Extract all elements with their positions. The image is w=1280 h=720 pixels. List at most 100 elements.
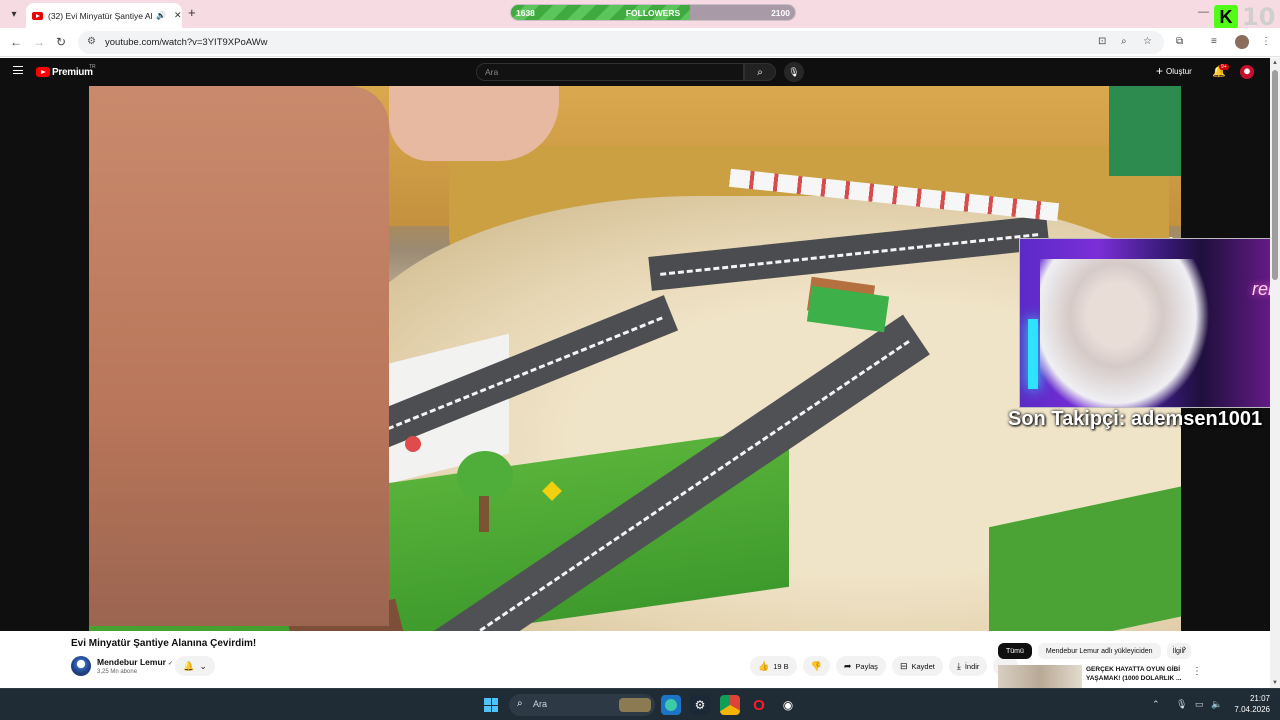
speaker-icon[interactable]: 🔊 (156, 11, 166, 20)
chevron-right-icon[interactable]: › (1183, 643, 1186, 654)
followers-goal: 2100 (771, 8, 790, 18)
windows-taskbar: ⌕ Ara ⚙ O ◉ ⌃ 🎙 ▭ 🔈 21:07 7.04.2026 (0, 688, 1280, 720)
channel-avatar[interactable] (71, 656, 91, 676)
dislike-button[interactable]: 👎 (802, 656, 830, 676)
video-player[interactable]: ⌀BY (89, 86, 1181, 631)
menu-icon[interactable] (13, 66, 23, 74)
kick-logo-icon: K (1214, 5, 1238, 29)
video-info-panel: Evi Minyatür Şantiye Alanına Çevirdim! M… (0, 631, 1270, 688)
webcam-person (1040, 259, 1210, 407)
tab-search-chevron-icon[interactable]: ▾ (6, 6, 22, 22)
close-tab-icon[interactable]: ✕ (174, 10, 182, 21)
channel-name-text[interactable]: Mendebur Lemur (97, 657, 166, 667)
create-label: Oluştur (1166, 66, 1192, 76)
youtube-brand[interactable]: Premium (52, 67, 93, 78)
extensions-icon[interactable]: ⧉ (1176, 36, 1183, 47)
search-button[interactable]: ⌕ (744, 63, 776, 81)
chip-from-uploader[interactable]: Mendebur Lemur adlı yükleyiciden (1037, 643, 1161, 659)
url-text[interactable]: youtube.com/watch?v=3YIT9XPoAWw (105, 37, 268, 48)
bell-icon: 🔔 (183, 660, 195, 671)
bookmark-star-icon[interactable]: ☆ (1143, 36, 1152, 47)
tab-title: (32) Evi Minyatür Şantiye Al... (48, 10, 152, 21)
share-icon: ➦ (843, 660, 852, 671)
new-tab-button[interactable]: + (188, 5, 196, 20)
page-scrollbar[interactable]: ▲ ▼ (1270, 58, 1280, 688)
youtube-country-code: TR (89, 64, 96, 70)
scroll-up-icon[interactable]: ▲ (1272, 60, 1278, 66)
save-button[interactable]: ⊟ Kaydet (891, 656, 943, 676)
site-info-icon[interactable]: ⚙ (87, 36, 96, 47)
video-arm (89, 86, 389, 626)
tray-overflow-icon[interactable]: ⌃ (1152, 699, 1160, 710)
last-follower-text: Son Takipçi: ademsen1001 (1008, 408, 1263, 430)
network-icon[interactable]: ▭ (1195, 699, 1204, 710)
video-hand (389, 86, 559, 161)
system-clock[interactable]: 21:07 7.04.2026 (1230, 693, 1270, 715)
video-actions: 👍19 B 👎 ➦Paylaş ⊟Kaydet ⤓İndir ⋯ (750, 656, 1019, 676)
edge-icon[interactable] (661, 695, 681, 715)
voice-search-button[interactable]: 🎙 (784, 62, 804, 82)
recommended-video[interactable]: GERÇEK HAYATTA OYUN GİBİ YAŞAMAK! (1000 … (998, 665, 1198, 688)
like-count: 19 B (773, 661, 789, 671)
share-button[interactable]: ➦ Paylaş (835, 656, 886, 676)
clock-time: 21:07 (1249, 694, 1270, 703)
recommended-thumbnail[interactable] (998, 665, 1082, 688)
followers-label: FOLLOWERS (625, 8, 681, 18)
youtube-logo-icon[interactable] (36, 67, 50, 77)
search-highlight-image (619, 698, 651, 712)
bookmark-icon: ⊟ (899, 660, 908, 671)
followers-goal-bar: 1638 FOLLOWERS 2100 (510, 4, 796, 21)
forward-icon[interactable]: → (33, 35, 45, 49)
share-label: Paylaş (855, 661, 878, 671)
scroll-down-icon[interactable]: ▼ (1272, 680, 1278, 686)
subscribed-bell-button[interactable]: 🔔 ⌄ (175, 656, 215, 676)
download-icon: ⤓ (956, 660, 961, 671)
install-app-icon[interactable]: ⊡ (1098, 36, 1106, 47)
kick-count: 10 (1242, 3, 1276, 31)
channel-name[interactable]: Mendebur Lemur ✓ (97, 657, 173, 667)
youtube-favicon-icon (32, 11, 43, 20)
create-button[interactable]: + Oluştur (1156, 64, 1192, 78)
save-label: Kaydet (911, 661, 935, 671)
download-button[interactable]: ⤓ İndir (948, 656, 988, 676)
verified-icon: ✓ (167, 661, 173, 667)
opera-icon[interactable]: O (749, 695, 769, 715)
search-icon: ⌕ (517, 698, 523, 709)
tab-youtube[interactable]: (32) Evi Minyatür Şantiye Al... 🔊 ✕ (26, 3, 182, 28)
webcam-light (1028, 319, 1038, 389)
video-title: Evi Minyatür Şantiye Alanına Çevirdim! (71, 638, 257, 649)
notification-badge: 9+ (1219, 64, 1229, 70)
taskbar-search-placeholder: Ara (533, 699, 548, 709)
clock-date: 7.04.2026 (1234, 705, 1270, 714)
chrome-icon[interactable] (720, 695, 740, 715)
kick-counter: K 10 (1214, 3, 1275, 31)
search-input[interactable]: Ara (476, 63, 744, 81)
volume-icon[interactable]: 🔈 (1211, 699, 1222, 710)
chip-related[interactable]: İlgili (1166, 643, 1191, 659)
microphone-icon: 🎙 (788, 66, 800, 77)
more-vertical-icon[interactable]: ⋮ (1192, 666, 1202, 677)
recommended-title[interactable]: GERÇEK HAYATTA OYUN GİBİ YAŞAMAK! (1000 … (1086, 665, 1186, 683)
reload-icon[interactable]: ↻ (56, 35, 66, 49)
video-tree-trunk (479, 496, 489, 532)
profile-avatar[interactable] (1235, 35, 1249, 49)
obs-icon[interactable]: ◉ (778, 695, 798, 715)
back-icon[interactable]: ← (10, 35, 22, 49)
streamer-webcam: rela (1019, 238, 1280, 408)
address-bar[interactable]: ⚙ youtube.com/watch?v=3YIT9XPoAWw ⊡ ⌕ ☆ (78, 31, 1164, 54)
media-controls-icon[interactable]: ≡ (1211, 36, 1217, 47)
steam-icon[interactable]: ⚙ (690, 695, 710, 715)
more-menu-icon[interactable]: ⋮ (1261, 36, 1271, 47)
microphone-icon[interactable]: 🎙 (1176, 699, 1187, 710)
like-button[interactable]: 👍 19 B (750, 656, 797, 676)
windows-start-icon[interactable] (484, 698, 498, 712)
video-green-chair (1109, 86, 1181, 176)
scroll-thumb[interactable] (1272, 70, 1278, 280)
chip-all[interactable]: Tümü (998, 643, 1032, 659)
minimize-icon[interactable]: — (1198, 6, 1209, 18)
account-avatar[interactable] (1240, 65, 1254, 79)
zoom-icon[interactable]: ⌕ (1121, 36, 1127, 47)
plus-icon: + (1156, 64, 1164, 78)
taskbar-search-input[interactable]: ⌕ Ara (509, 694, 655, 716)
download-label: İndir (964, 661, 980, 671)
